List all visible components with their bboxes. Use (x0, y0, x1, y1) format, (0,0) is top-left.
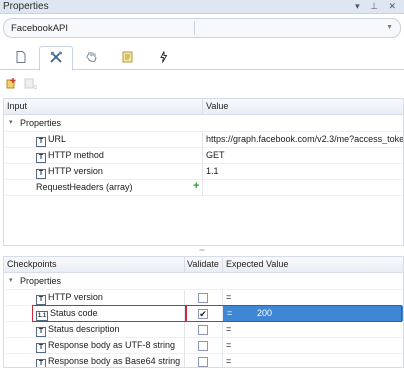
group-row-properties[interactable]: ▾ Properties (4, 116, 403, 132)
group-label: Properties (20, 276, 62, 286)
collapse-arrow-icon[interactable]: ▾ (9, 276, 13, 284)
page-icon (16, 50, 26, 66)
object-selector[interactable]: FacebookAPI ▼ (3, 18, 401, 38)
parameter-name: RequestHeaders (array) (36, 182, 133, 192)
tab-events[interactable] (74, 46, 108, 70)
object-selector-divider (194, 21, 195, 35)
grid-toolbar (0, 74, 404, 94)
tab-properties[interactable] (39, 46, 73, 71)
property-tabs (0, 46, 404, 71)
checkpoints-grid-header: Checkpoints Validate Expected Value (4, 257, 403, 273)
expected-operator[interactable]: = (226, 356, 231, 366)
text-type-icon: T (36, 137, 46, 147)
validate-checkbox[interactable] (198, 357, 208, 367)
checkpoint-name: Status description (48, 324, 120, 334)
text-type-icon: T (36, 327, 46, 337)
tab-data[interactable] (110, 46, 144, 70)
column-header-value: Value (206, 101, 229, 111)
parameter-value[interactable]: https://graph.facebook.com/v2.3/me?acces… (206, 134, 403, 144)
column-header-expected-value: Expected Value (226, 259, 289, 269)
tab-events-lightning[interactable] (146, 46, 180, 70)
checkpoints-grid: Checkpoints Validate Expected Value ▾ Pr… (3, 256, 404, 368)
chevron-down-icon[interactable]: ▼ (386, 24, 393, 31)
checkpoint-name: Response body as Base64 string (48, 356, 181, 366)
table-row[interactable]: T HTTP method GET (4, 148, 403, 164)
checkpoint-name: Response body as UTF-8 string (48, 340, 176, 350)
highlight-box (32, 305, 186, 322)
table-row[interactable]: T Response body as Base64 string = (4, 354, 403, 367)
group-label: Properties (20, 118, 62, 128)
parameter-value[interactable]: 1.1 (206, 166, 219, 176)
hand-icon (85, 51, 98, 66)
properties-title-bar: Properties ▾ ⊥ ✕ (0, 0, 404, 14)
text-type-icon: T (36, 153, 46, 163)
column-header-input: Input (7, 101, 28, 111)
remove-parameter-icon[interactable] (24, 77, 38, 92)
text-type-icon: T (36, 295, 46, 305)
table-row[interactable]: T HTTP version = (4, 290, 403, 306)
group-row-properties[interactable]: ▾ Properties (4, 274, 403, 290)
column-header-validate: Validate (187, 259, 219, 269)
parameter-name: URL (48, 134, 67, 144)
parameter-name: HTTP version (48, 166, 103, 176)
panel-title: Properties (3, 1, 49, 12)
lightning-icon (159, 50, 168, 66)
expected-operator[interactable]: = (226, 292, 231, 302)
checkpoint-name: HTTP version (48, 292, 103, 302)
expected-operator[interactable]: = (226, 340, 231, 350)
text-type-icon: T (36, 169, 46, 179)
collapse-arrow-icon[interactable]: ▾ (9, 118, 13, 126)
validate-checkbox[interactable] (198, 341, 208, 351)
add-icon[interactable]: + (193, 180, 199, 192)
table-row[interactable]: RequestHeaders (array) + (4, 180, 403, 196)
table-row[interactable]: T Status description = (4, 322, 403, 338)
highlight-box (186, 305, 402, 322)
tab-general[interactable] (4, 46, 38, 70)
input-grid-header: Input Value (4, 99, 403, 115)
validate-checkbox[interactable] (198, 293, 208, 303)
table-row-selected[interactable]: 1.1 Status code ✔ = 200 (4, 305, 403, 322)
add-parameter-icon[interactable] (6, 77, 18, 92)
parameter-value[interactable]: GET (206, 150, 225, 160)
column-header-checkpoints: Checkpoints (7, 259, 57, 269)
object-selector-value: FacebookAPI (11, 23, 69, 34)
panel-controls[interactable]: ▾ ⊥ ✕ (355, 1, 400, 12)
parameter-name: HTTP method (48, 150, 104, 160)
pane-splitter[interactable]: ═ (0, 247, 404, 255)
input-grid: Input Value ▾ Properties T URL https://gr… (3, 98, 404, 246)
properties-icon (49, 51, 63, 66)
expected-operator[interactable]: = (226, 324, 231, 334)
table-row[interactable]: T Response body as UTF-8 string = (4, 338, 403, 354)
text-type-icon: T (36, 359, 46, 367)
validate-checkbox[interactable] (198, 325, 208, 335)
table-row[interactable]: T URL https://graph.facebook.com/v2.3/me?… (4, 132, 403, 148)
document-icon (122, 51, 133, 66)
text-type-icon: T (36, 343, 46, 353)
table-row[interactable]: T HTTP version 1.1 (4, 164, 403, 180)
